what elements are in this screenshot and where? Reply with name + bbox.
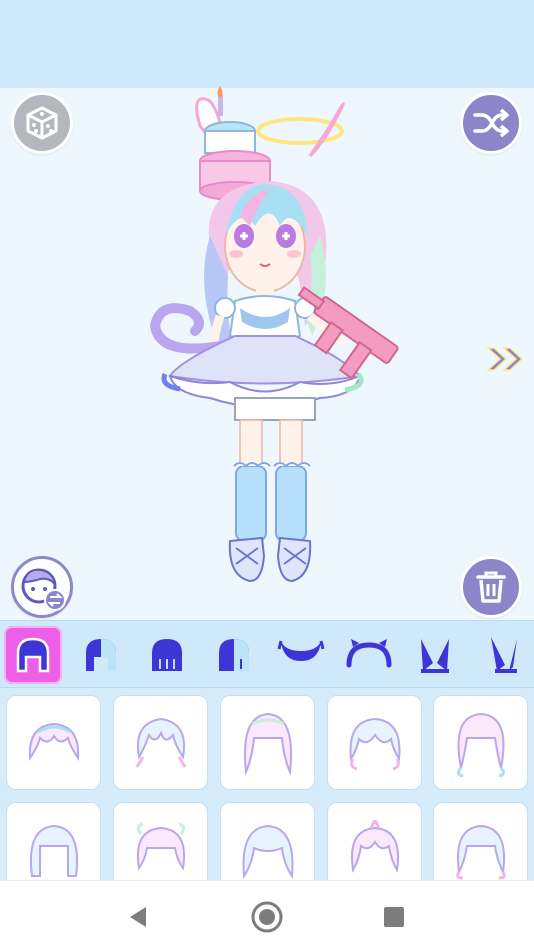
shuffle-icon	[473, 108, 509, 138]
hair-item-tile[interactable]	[327, 695, 422, 790]
hair-item-tile[interactable]	[433, 802, 528, 880]
tab-headband[interactable]	[340, 626, 398, 684]
long-ears-icon	[491, 637, 517, 673]
recents-icon	[384, 907, 404, 927]
home-icon	[251, 901, 283, 933]
hair-style-icon	[135, 717, 186, 768]
random-part-button[interactable]	[11, 92, 73, 154]
horns-icon	[277, 640, 325, 661]
hair-front-icon	[86, 639, 116, 671]
trash-icon	[476, 571, 506, 603]
back-button[interactable]	[118, 897, 158, 937]
tab-horns[interactable]	[272, 626, 330, 684]
hair-style-icon	[136, 822, 185, 870]
double-chevron-right-icon	[486, 347, 524, 371]
hair-item-tile[interactable]	[6, 802, 101, 880]
tab-hair-side[interactable]	[205, 626, 263, 684]
hair-style-icon	[456, 712, 505, 777]
hair-style-icon	[350, 819, 399, 873]
system-navigation-bar	[0, 880, 534, 950]
headband-icon	[346, 639, 392, 668]
next-page-button[interactable]	[484, 344, 528, 374]
category-tab-bar	[0, 620, 534, 688]
hair-back-icon	[152, 639, 182, 671]
face-swap-icon	[21, 568, 66, 611]
hair-style-icon	[28, 722, 79, 761]
hair-side-icon	[219, 639, 249, 671]
shuffle-button[interactable]	[460, 92, 522, 154]
hair-full-icon	[16, 637, 50, 673]
hair-style-icon	[29, 824, 78, 877]
hair-item-tile[interactable]	[220, 695, 315, 790]
bunny-ears-icon	[421, 639, 449, 673]
tab-hair-back[interactable]	[138, 626, 196, 684]
home-button[interactable]	[247, 897, 287, 937]
tab-long-ears[interactable]	[474, 626, 532, 684]
hair-style-icon	[242, 824, 293, 879]
hair-item-tile[interactable]	[113, 695, 208, 790]
hair-item-grid	[0, 688, 534, 880]
recents-button[interactable]	[374, 897, 414, 937]
tab-hair-full[interactable]	[4, 626, 62, 684]
character-avatar[interactable]	[140, 86, 440, 591]
delete-button[interactable]	[460, 556, 522, 618]
switch-face-button[interactable]	[11, 556, 73, 618]
hair-item-tile[interactable]	[113, 802, 208, 880]
hair-style-icon	[349, 717, 400, 770]
hair-style-icon	[243, 712, 292, 776]
hair-item-tile[interactable]	[327, 802, 422, 880]
tab-bunny-ears[interactable]	[406, 626, 464, 684]
top-banner	[0, 0, 534, 88]
hair-style-icon	[455, 824, 506, 879]
dice-icon	[26, 106, 58, 140]
hair-item-tile[interactable]	[220, 802, 315, 880]
hair-item-tile[interactable]	[6, 695, 101, 790]
back-icon	[130, 907, 146, 927]
tab-hair-front[interactable]	[72, 626, 130, 684]
hair-item-tile[interactable]	[433, 695, 528, 790]
